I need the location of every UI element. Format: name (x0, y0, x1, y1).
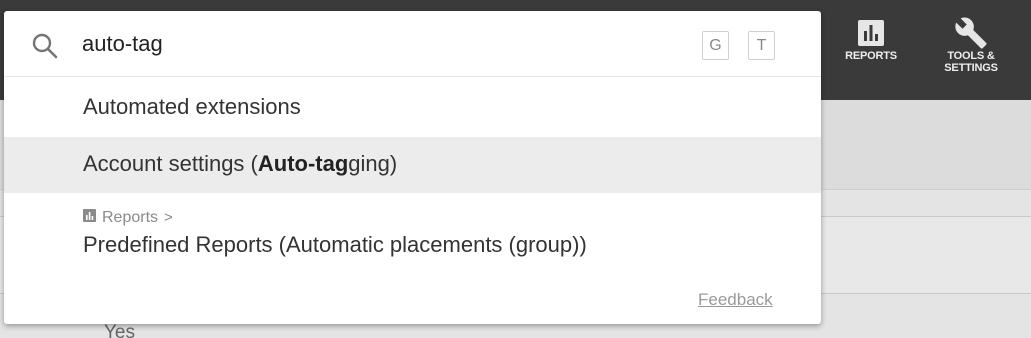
shortcut-key-t: T (748, 31, 775, 60)
result-label: Predefined Reports (Automatic placements… (83, 232, 587, 257)
feedback-link[interactable]: Feedback (698, 290, 773, 310)
reports-icon (83, 209, 96, 227)
result-predefined-reports[interactable]: Reports > Predefined Reports (Automatic … (4, 203, 821, 267)
background-value: Yes (104, 322, 135, 338)
reports-label: REPORTS (845, 50, 897, 62)
search-input[interactable] (82, 25, 622, 63)
tools-settings-label: TOOLS & SETTINGS (944, 50, 998, 74)
match-highlight: Auto-tag (257, 151, 349, 176)
breadcrumb-label: Reports (102, 208, 159, 226)
breadcrumb: Reports > (83, 208, 173, 227)
result-label: Automated extensions (83, 94, 301, 119)
search-icon (30, 31, 60, 61)
chevron-right-icon: > (164, 209, 173, 226)
search-dropdown: G T Automated extensions Account setting… (4, 11, 821, 324)
search-bar: G T (4, 11, 821, 77)
result-automated-extensions[interactable]: Automated extensions (4, 78, 821, 136)
wrench-icon (954, 16, 988, 50)
tools-settings-button[interactable]: TOOLS & SETTINGS (930, 16, 1012, 74)
reports-button[interactable]: REPORTS (838, 16, 904, 62)
result-label: Account settings (Auto-tagging) (83, 151, 398, 176)
bar-chart-icon (857, 16, 885, 50)
shortcut-key-g: G (702, 31, 729, 60)
result-account-settings[interactable]: Account settings (Auto-tagging) (4, 137, 821, 193)
